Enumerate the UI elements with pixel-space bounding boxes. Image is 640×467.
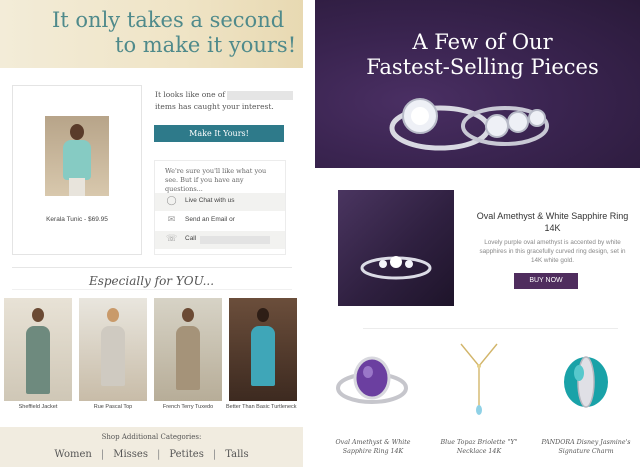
thumb-amethyst-ring[interactable] bbox=[332, 340, 412, 420]
help-box: We're sure you'll like what you see. But… bbox=[154, 160, 286, 255]
phone-icon: ☏ bbox=[166, 234, 178, 244]
interest-message-end: items has caught your interest. bbox=[155, 102, 274, 111]
email-left-panel: It only takes a second to make it yours!… bbox=[0, 0, 303, 467]
category-talls[interactable]: Talls bbox=[225, 449, 248, 460]
product-image[interactable] bbox=[45, 116, 109, 196]
call-label: Call bbox=[185, 235, 197, 242]
divider bbox=[12, 267, 292, 268]
featured-ring-image[interactable] bbox=[338, 190, 454, 306]
featured-title[interactable]: Oval Amethyst & White Sapphire Ring 14K bbox=[475, 210, 630, 234]
email-link[interactable]: Send an Email or bbox=[185, 216, 235, 223]
product-tile-rue-pascal-top[interactable] bbox=[79, 298, 147, 401]
category-women[interactable]: Women bbox=[54, 449, 91, 460]
categories-heading: Shop Additional Categories: bbox=[101, 433, 202, 441]
divider bbox=[12, 289, 292, 290]
email-right-panel: A Few of Our Fastest-Selling Pieces Oval… bbox=[315, 0, 640, 467]
tile-caption[interactable]: Better Than Basic Turtleneck bbox=[226, 404, 297, 410]
redacted-phone bbox=[200, 236, 270, 244]
rings-image bbox=[389, 98, 549, 151]
live-chat-row[interactable]: ◯ Live Chat with us bbox=[155, 193, 285, 211]
product-tile-sheffield-jacket[interactable] bbox=[4, 298, 72, 401]
buy-now-button[interactable]: BUY NOW bbox=[514, 273, 578, 289]
category-links: Women | Misses | Petites | Talls bbox=[0, 449, 303, 460]
footer-categories: Shop Additional Categories: Women | Misses… bbox=[0, 427, 303, 467]
thumb-caption[interactable]: Oval Amethyst & White Sapphire Ring 14K bbox=[323, 438, 423, 456]
tile-caption[interactable]: Rue Pascal Top bbox=[78, 404, 148, 410]
category-misses[interactable]: Misses bbox=[113, 449, 148, 460]
product-card[interactable]: Kerala Tunic - $69.95 bbox=[12, 85, 142, 255]
help-text: We're sure you'll like what you see. But… bbox=[165, 167, 267, 193]
category-petites[interactable]: Petites bbox=[169, 449, 203, 460]
product-caption: Kerala Tunic - $69.95 bbox=[46, 216, 108, 223]
separator: | bbox=[156, 449, 161, 460]
email-row[interactable]: ✉ Send an Email or bbox=[155, 212, 285, 230]
separator: | bbox=[212, 449, 217, 460]
tile-caption[interactable]: Sheffield Jacket bbox=[3, 404, 73, 410]
redacted-text bbox=[227, 90, 294, 100]
interest-message: It looks like one of items has caught yo… bbox=[155, 89, 295, 113]
hero-title-line-1: A Few of Our bbox=[412, 30, 553, 54]
tile-caption[interactable]: French Terry Tuxedo bbox=[153, 404, 223, 410]
header-line-1: It only takes a second bbox=[52, 8, 285, 32]
thumb-caption[interactable]: PANDORA Disney Jasmine's Signature Charm bbox=[536, 438, 636, 456]
thumb-topaz-necklace[interactable] bbox=[439, 340, 519, 420]
call-row[interactable]: ☏ Call bbox=[155, 231, 285, 249]
header-banner: It only takes a second to make it yours! bbox=[0, 0, 303, 68]
panel-divider bbox=[305, 0, 315, 467]
live-chat-link[interactable]: Live Chat with us bbox=[185, 197, 235, 204]
chat-bubble-icon: ◯ bbox=[166, 196, 177, 206]
envelope-icon: ✉ bbox=[167, 215, 176, 225]
product-tile-french-terry-tuxedo[interactable] bbox=[154, 298, 222, 401]
make-it-yours-button[interactable]: Make It Yours! bbox=[154, 125, 284, 142]
header-line-2: to make it yours! bbox=[115, 33, 297, 57]
featured-description: Lovely purple oval amethyst is accented … bbox=[479, 239, 626, 264]
thumb-caption[interactable]: Blue Topaz Briolette "Y" Necklace 14K bbox=[429, 438, 529, 456]
separator: | bbox=[100, 449, 105, 460]
especially-heading: Especially for YOU... bbox=[88, 274, 215, 288]
interest-message-start: It looks like one of bbox=[155, 90, 226, 99]
hero-title-line-2: Fastest-Selling Pieces bbox=[366, 55, 599, 79]
product-tile-better-than-basic-turtleneck[interactable] bbox=[229, 298, 297, 401]
hero-banner[interactable]: A Few of Our Fastest-Selling Pieces bbox=[315, 0, 640, 168]
thumb-pandora-charm[interactable] bbox=[546, 340, 626, 420]
divider bbox=[363, 328, 618, 329]
